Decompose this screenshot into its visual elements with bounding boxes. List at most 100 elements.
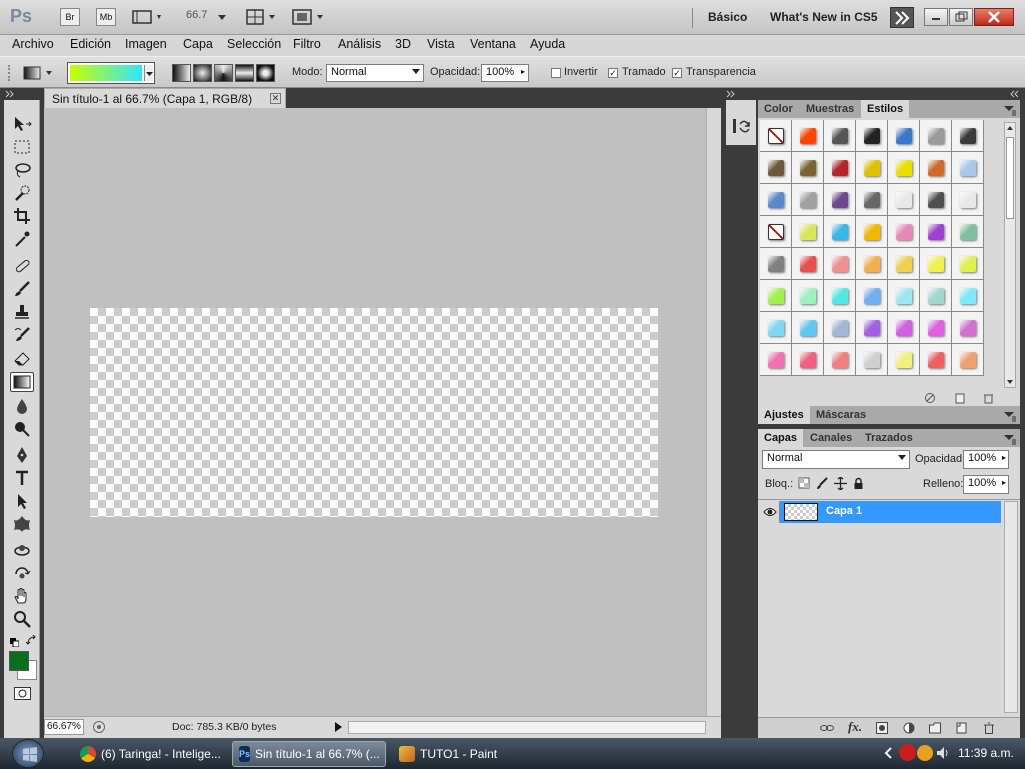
dodge-tool[interactable]: [10, 419, 34, 439]
style-swatch[interactable]: [888, 280, 920, 312]
style-swatch[interactable]: [792, 248, 824, 280]
shape-tool[interactable]: [10, 514, 34, 534]
style-swatch[interactable]: [760, 184, 792, 216]
style-swatch[interactable]: [824, 120, 856, 152]
linear-gradient-button[interactable]: [172, 64, 191, 82]
restore-button[interactable]: [949, 8, 973, 26]
style-swatch[interactable]: [824, 152, 856, 184]
tool-preset-picker[interactable]: [22, 64, 56, 82]
view-extras-button[interactable]: [132, 9, 164, 25]
antivirus-tray-icon[interactable]: [899, 744, 916, 761]
style-swatch[interactable]: [824, 248, 856, 280]
dither-checkbox[interactable]: ✓: [608, 68, 618, 78]
style-swatch[interactable]: [824, 184, 856, 216]
minibridge-button[interactable]: Mb: [96, 8, 116, 26]
3d-rotate-tool[interactable]: [10, 540, 34, 560]
crop-tool[interactable]: [10, 206, 34, 226]
zoom-percentage-field[interactable]: 66.67%: [44, 719, 84, 735]
eraser-tool[interactable]: [10, 348, 34, 368]
style-swatch[interactable]: [888, 184, 920, 216]
foreground-color-swatch[interactable]: [9, 651, 29, 671]
style-swatch[interactable]: [824, 216, 856, 248]
blur-tool[interactable]: [10, 396, 34, 416]
style-swatch[interactable]: [888, 152, 920, 184]
angle-gradient-button[interactable]: [214, 64, 233, 82]
invert-checkbox[interactable]: [551, 68, 561, 78]
lasso-tool[interactable]: [10, 160, 34, 180]
eyedropper-tool[interactable]: [10, 229, 34, 249]
style-swatch[interactable]: [952, 216, 984, 248]
layer-visibility-toggle[interactable]: [760, 501, 780, 523]
style-swatch[interactable]: [760, 280, 792, 312]
clone-stamp-tool[interactable]: [10, 302, 34, 322]
style-swatch[interactable]: [888, 312, 920, 344]
layer-style-fx-icon[interactable]: fx.: [848, 719, 862, 735]
taskbar-item-chrome[interactable]: (6) Taringa! - Intelige...: [74, 741, 227, 767]
style-swatch[interactable]: [888, 248, 920, 280]
style-swatch[interactable]: [952, 312, 984, 344]
lock-position-button[interactable]: [834, 476, 847, 491]
style-swatch[interactable]: [824, 344, 856, 376]
tab-estilos[interactable]: Estilos: [861, 100, 910, 118]
style-swatch[interactable]: [792, 312, 824, 344]
style-swatch[interactable]: [920, 152, 952, 184]
menu-edicion[interactable]: Edición: [70, 37, 111, 51]
show-hidden-icons-button[interactable]: [882, 746, 896, 760]
menu-3d[interactable]: 3D: [395, 37, 411, 51]
gradient-dropdown[interactable]: [144, 65, 153, 81]
close-tab-icon[interactable]: ✕: [270, 93, 281, 104]
menu-ventana[interactable]: Ventana: [470, 37, 516, 51]
style-swatch[interactable]: [824, 280, 856, 312]
style-swatch[interactable]: [952, 248, 984, 280]
volume-tray-icon[interactable]: [935, 745, 951, 761]
tab-mascaras[interactable]: Máscaras: [810, 406, 872, 424]
zoom-tool[interactable]: [10, 609, 34, 629]
menu-vista[interactable]: Vista: [427, 37, 455, 51]
tab-canales[interactable]: Canales: [804, 429, 858, 447]
history-brush-tool[interactable]: [10, 325, 34, 345]
quick-mask-button[interactable]: [14, 687, 31, 700]
style-swatch[interactable]: [760, 120, 792, 152]
bridge-button[interactable]: Br: [60, 8, 80, 26]
close-button[interactable]: [974, 8, 1014, 26]
workspace-whats-new[interactable]: What's New in CS5: [770, 10, 878, 24]
default-colors-button[interactable]: [10, 636, 20, 648]
arrange-documents-button[interactable]: [246, 9, 278, 25]
style-swatch[interactable]: [920, 216, 952, 248]
style-swatch[interactable]: [760, 344, 792, 376]
hand-tool[interactable]: [10, 586, 34, 606]
horizontal-scrollbar[interactable]: [348, 721, 706, 734]
style-swatch[interactable]: [856, 152, 888, 184]
style-swatch[interactable]: [920, 312, 952, 344]
radial-gradient-button[interactable]: [193, 64, 212, 82]
workspace-basico[interactable]: Básico: [708, 10, 747, 24]
chevron-right-icon[interactable]: ▸: [1002, 453, 1006, 462]
lock-image-button[interactable]: [816, 477, 829, 490]
menu-ayuda[interactable]: Ayuda: [530, 37, 565, 51]
lock-all-button[interactable]: [852, 477, 865, 490]
style-swatch[interactable]: [792, 152, 824, 184]
diamond-gradient-button[interactable]: [256, 64, 275, 82]
3d-orbit-tool[interactable]: [10, 563, 34, 583]
tab-capas[interactable]: Capas: [758, 429, 804, 447]
path-selection-tool[interactable]: [10, 491, 34, 511]
style-swatch[interactable]: [760, 152, 792, 184]
taskbar-item-paint[interactable]: TUTO1 - Paint: [393, 741, 503, 767]
zoom-level-dropdown[interactable]: 66.7: [186, 9, 230, 25]
taskbar-item-photoshop[interactable]: Ps Sin título-1 al 66.7% (...: [232, 741, 386, 767]
document-tab[interactable]: Sin título-1 al 66.7% (Capa 1, RGB/8) ✕: [44, 88, 286, 108]
gradient-picker[interactable]: [67, 62, 155, 84]
style-swatch[interactable]: [792, 344, 824, 376]
style-swatch[interactable]: [856, 120, 888, 152]
transparent-canvas[interactable]: [90, 308, 658, 517]
style-swatch[interactable]: [760, 312, 792, 344]
move-tool[interactable]: [10, 114, 34, 134]
tab-ajustes[interactable]: Ajustes: [758, 406, 810, 424]
style-swatch[interactable]: [952, 280, 984, 312]
style-swatch[interactable]: [792, 120, 824, 152]
style-swatch[interactable]: [920, 248, 952, 280]
style-swatch[interactable]: [824, 312, 856, 344]
reflected-gradient-button[interactable]: [235, 64, 254, 82]
status-info-button[interactable]: [92, 720, 106, 734]
healing-brush-tool[interactable]: [10, 256, 34, 276]
